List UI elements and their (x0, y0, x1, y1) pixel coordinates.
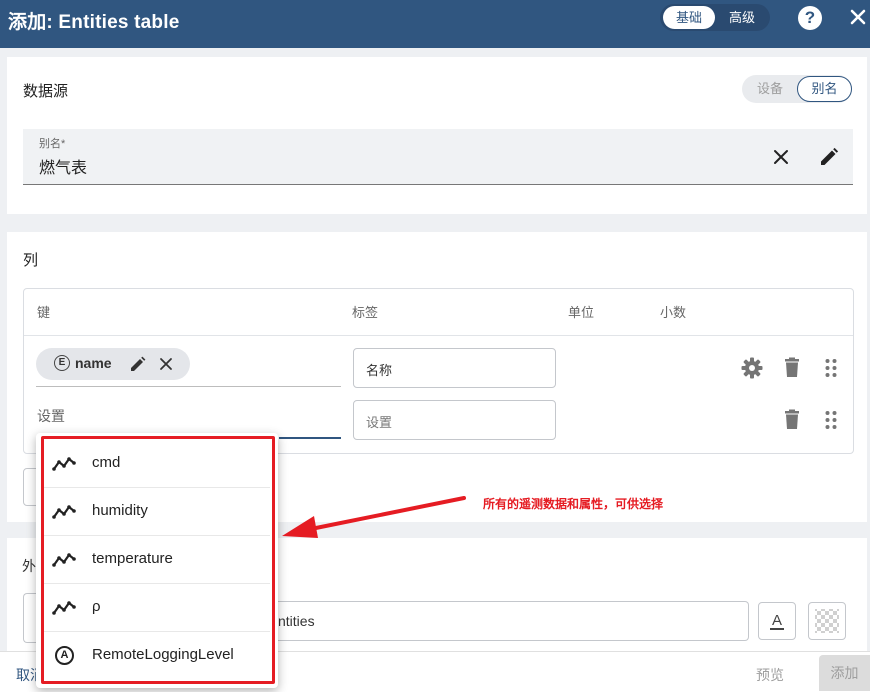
datasource-type-toggle[interactable]: 设备 别名 (742, 75, 852, 103)
alias-field-label: 别名* (39, 138, 66, 150)
column-header-label: 标签 (352, 305, 379, 320)
drag-handle-row1-icon[interactable] (824, 358, 838, 378)
label-input-row2[interactable]: 设置 (353, 400, 556, 440)
widget-title-field[interactable]: ntities (270, 601, 749, 641)
alias-field[interactable]: 别名* 燃气表 (23, 129, 853, 185)
entity-field-icon: E (54, 355, 70, 371)
edit-alias-icon[interactable] (818, 146, 840, 168)
mode-advanced-button[interactable]: 高级 (718, 6, 766, 29)
help-icon[interactable]: ? (798, 6, 822, 30)
font-style-button[interactable]: A (758, 602, 796, 640)
key-field-underline (36, 386, 341, 387)
annotation-arrow-icon (282, 496, 466, 538)
column-header-key: 键 (37, 305, 51, 320)
key-input-row2[interactable]: 设置 (37, 406, 65, 426)
clear-alias-icon[interactable] (770, 146, 792, 168)
close-icon[interactable] (846, 4, 870, 30)
dialog-header: 添加: Entities table 基础 高级 ? (0, 0, 870, 48)
annotation-text: 所有的遥测数据和属性，可供选择 (483, 497, 664, 511)
mode-toggle[interactable]: 基础 高级 (660, 4, 770, 31)
key-chip-label: name (75, 355, 112, 371)
alias-field-value[interactable]: 燃气表 (39, 154, 87, 178)
label-input-row2-placeholder[interactable]: 设置 (366, 412, 392, 431)
widget-title-field-value[interactable]: ntities (278, 613, 315, 629)
datasource-type-device[interactable]: 设备 (742, 75, 798, 103)
label-input-row1-value[interactable]: 名称 (366, 360, 392, 379)
edit-key-icon[interactable] (129, 355, 147, 373)
delete-row1-icon[interactable] (782, 357, 802, 379)
table-header-divider (24, 335, 853, 336)
dialog-title: 添加: Entities table (8, 12, 180, 33)
column-header-unit: 单位 (568, 305, 595, 320)
add-button[interactable]: 添加 (819, 655, 870, 691)
preview-button[interactable]: 预览 (756, 665, 784, 685)
delete-row2-icon[interactable] (782, 409, 802, 431)
mode-basic-button[interactable]: 基础 (663, 6, 715, 29)
label-input-row1[interactable]: 名称 (353, 348, 556, 388)
appearance-title: 外 (22, 558, 36, 574)
columns-title: 列 (23, 252, 39, 269)
annotation-highlight-box (41, 436, 275, 684)
key-input-row2-focus-underline (279, 437, 341, 439)
color-picker-button[interactable] (808, 602, 846, 640)
datasource-type-alias[interactable]: 别名 (797, 76, 852, 102)
remove-key-icon[interactable] (157, 355, 175, 373)
gear-icon[interactable] (740, 356, 764, 380)
svg-text:A: A (772, 612, 782, 629)
datasource-title: 数据源 (23, 83, 69, 100)
column-header-decimals: 小数 (660, 305, 687, 320)
drag-handle-row2-icon[interactable] (824, 410, 838, 430)
